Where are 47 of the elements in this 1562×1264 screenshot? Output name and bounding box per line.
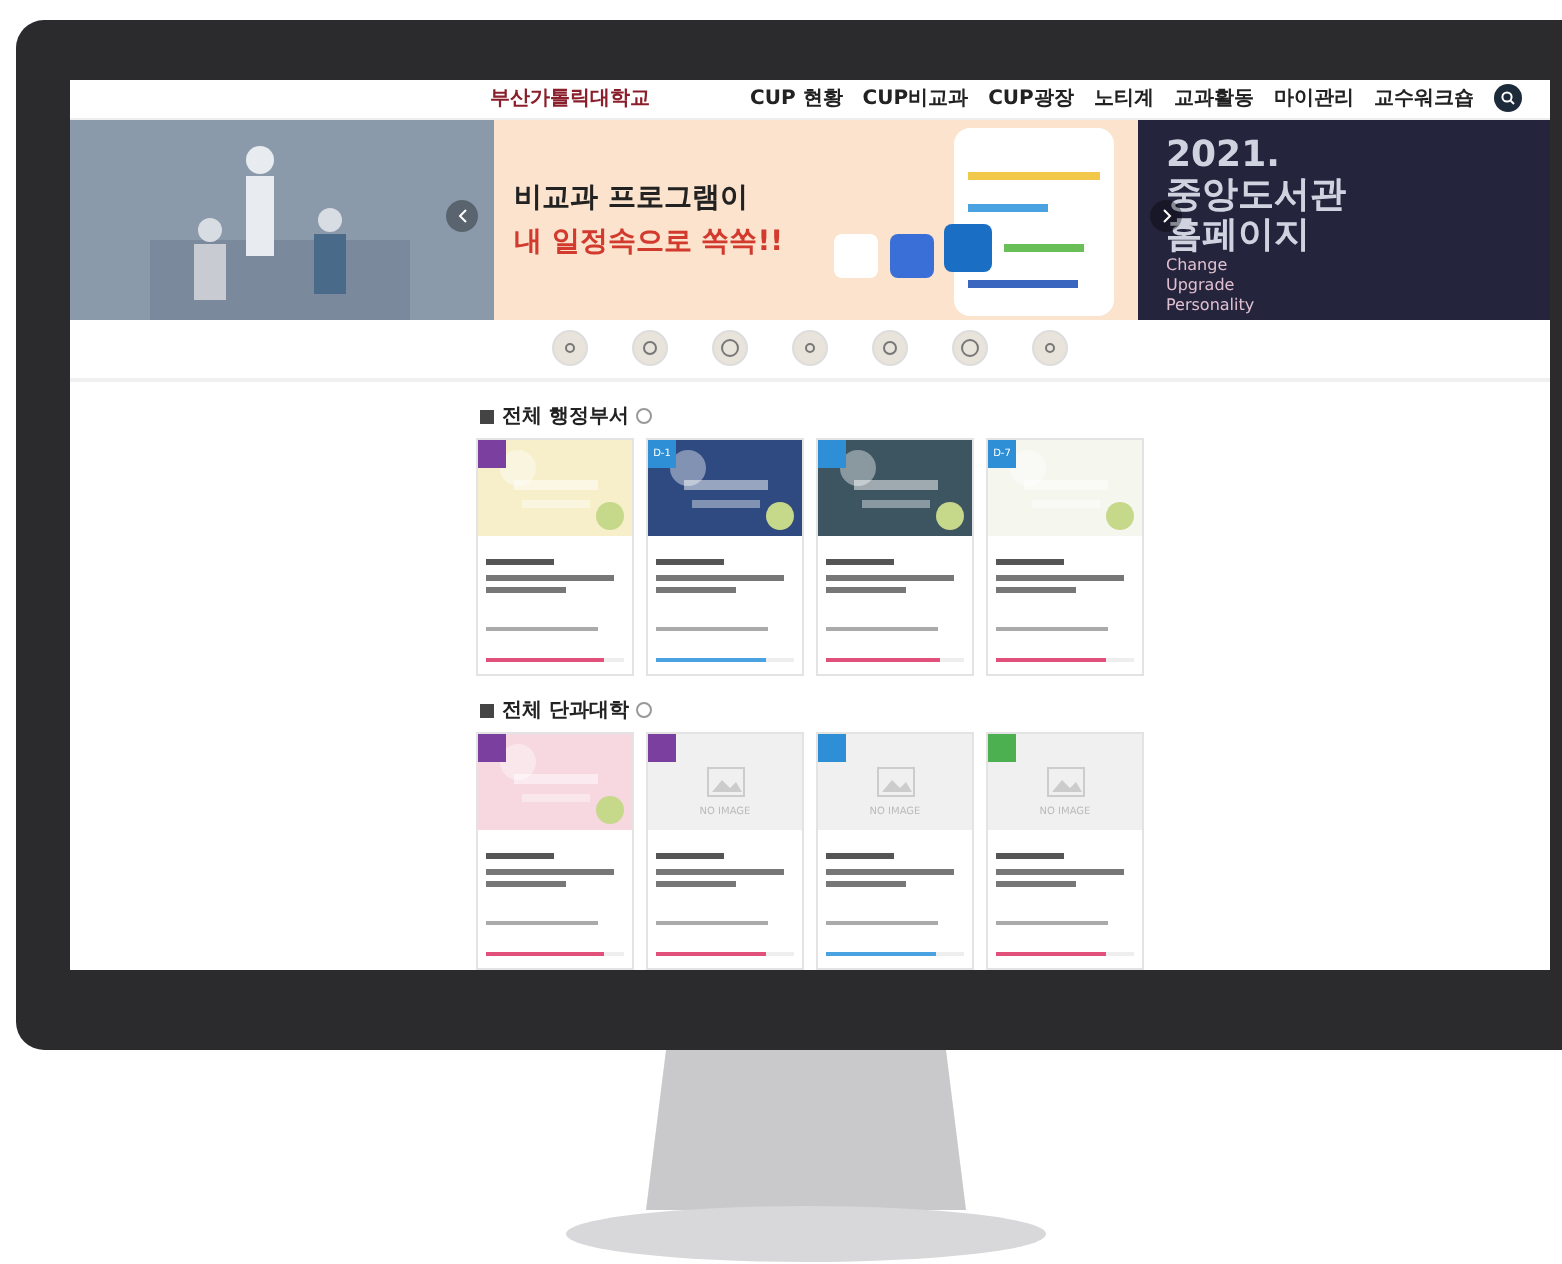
list-icon [480,409,494,423]
image-placeholder-icon [875,766,915,798]
section-title: 전체 단과대학 [502,698,629,724]
banner-highlight: 내 일정속으로 쏙쏙!! [514,223,784,260]
search-icon [1499,90,1516,107]
previous-slide-button[interactable] [446,199,478,232]
chevron-left-icon [457,207,467,224]
expand-icon[interactable] [636,702,653,718]
expand-icon[interactable] [636,408,653,424]
nav-link[interactable]: CUP 현황 [750,84,843,113]
category-icon [800,338,820,359]
university-logo[interactable]: 부산가톨릭대학교 [490,84,650,113]
category-button[interactable] [872,330,908,367]
nav-link[interactable]: 교과활동 [1173,84,1254,113]
banner-slogan: Change [1166,255,1228,276]
category-icon [960,338,980,359]
program-card[interactable] [476,438,634,676]
category-button[interactable] [632,330,668,367]
nav-link[interactable]: 노티계 [1093,84,1154,113]
library-banner-title: 중앙도서관 [1166,175,1346,216]
nav-link[interactable]: 마이관리 [1273,84,1354,113]
banner-title: 비교과 프로그램이 [514,179,750,216]
category-icon [880,338,900,359]
image-placeholder-icon [1045,766,1085,798]
program-card[interactable] [816,438,974,676]
category-button[interactable] [792,330,828,367]
category-icon [560,338,580,359]
banner-slogan: Upgrade [1166,275,1235,296]
category-button[interactable] [952,330,988,367]
category-icon [720,338,740,359]
image-placeholder-icon [705,766,745,798]
list-icon [480,703,494,717]
category-icon [1040,338,1060,359]
library-banner-title: 2021. [1166,135,1280,176]
search-button[interactable] [1493,84,1522,113]
nav-link[interactable]: CUP비교과 [862,84,969,113]
nav-link[interactable]: 교수워크숍 [1373,84,1474,113]
category-icon [640,338,660,359]
category-button[interactable] [552,330,588,367]
category-button[interactable] [1032,330,1068,367]
banner-slogan: Personality [1166,295,1255,316]
nav-link[interactable]: CUP광장 [988,84,1074,113]
category-button[interactable] [712,330,748,367]
program-card[interactable] [476,732,634,970]
chevron-right-icon [1161,207,1171,224]
section-title: 전체 행정부서 [502,404,629,430]
library-banner-title: 홈페이지 [1166,215,1310,256]
